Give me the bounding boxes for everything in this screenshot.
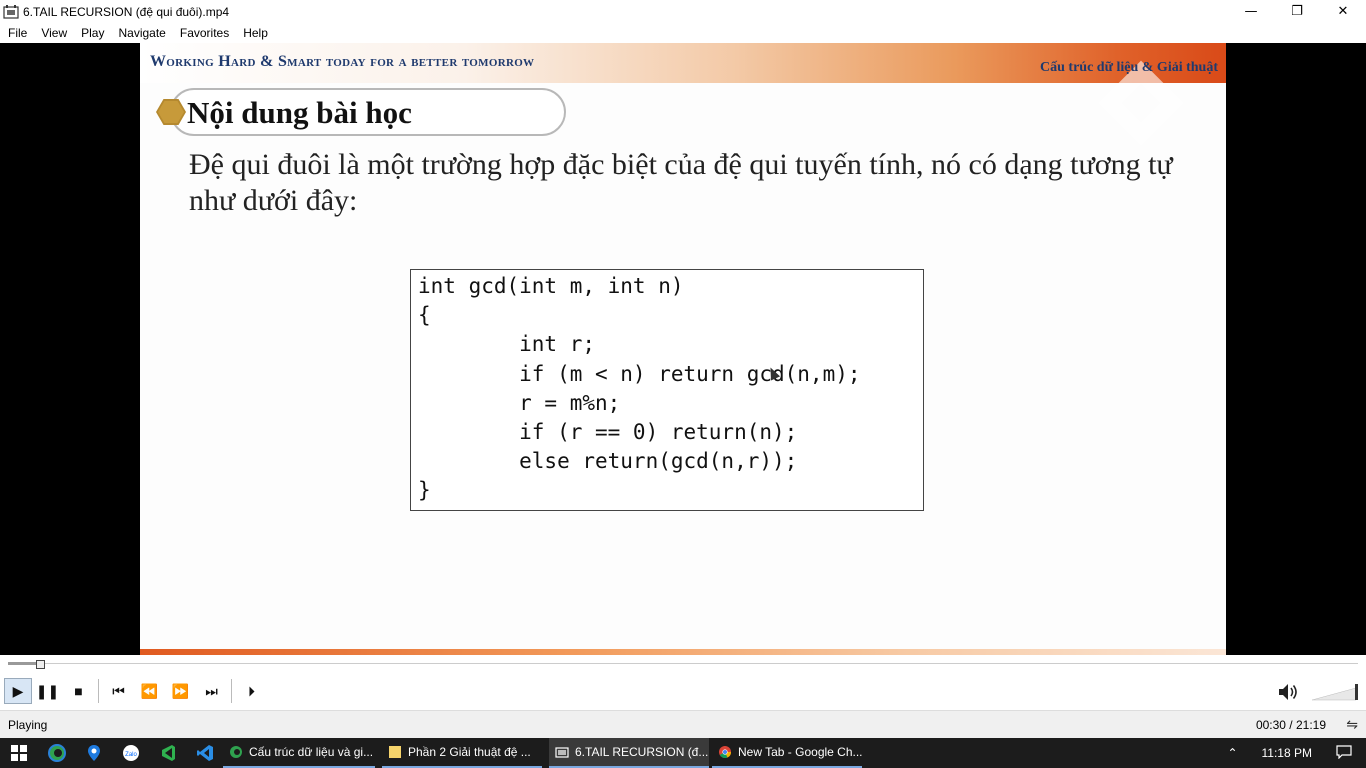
- taskbar-app-chrome[interactable]: New Tab - Google Ch...: [712, 738, 862, 768]
- taskbar-app-label: New Tab - Google Ch...: [738, 745, 862, 759]
- seek-track[interactable]: [8, 663, 1358, 664]
- volume-icon[interactable]: [1277, 681, 1301, 703]
- code-line: if (m < n) return gcd(n,m);: [418, 361, 861, 386]
- visual-studio-icon[interactable]: [149, 738, 186, 768]
- play-button[interactable]: ▶: [4, 678, 32, 704]
- zalo-icon[interactable]: Zalo: [112, 738, 149, 768]
- restore-button[interactable]: ❐: [1274, 0, 1320, 23]
- taskbar-app-edge-doc[interactable]: Cấu trúc dữ liệu và gi...: [223, 738, 375, 768]
- menu-bar: File View Play Navigate Favorites Help: [0, 23, 1366, 43]
- code-line: r = m%n;: [418, 390, 621, 415]
- next-button[interactable]: ⏭: [196, 678, 227, 704]
- slide: Working Hard & Smart today for a better …: [140, 43, 1226, 655]
- code-line: int r;: [418, 332, 596, 357]
- menu-help[interactable]: Help: [236, 26, 275, 40]
- separator: [231, 679, 232, 703]
- start-button[interactable]: [0, 738, 38, 768]
- taskbar-app-label: 6.TAIL RECURSION (đ...: [575, 745, 709, 759]
- vscode-icon[interactable]: [186, 738, 223, 768]
- system-tray: ⌃ 11:18 PM: [1217, 738, 1366, 768]
- code-box: int gcd(int m, int n) { int r; if (m < n…: [410, 269, 924, 511]
- folder-icon: [389, 746, 401, 758]
- menu-view[interactable]: View: [34, 26, 74, 40]
- seek-bar[interactable]: [0, 655, 1366, 672]
- taskbar-app-label: Cấu trúc dữ liệu và gi...: [249, 745, 374, 759]
- fast-forward-button[interactable]: ⏩: [165, 678, 196, 704]
- taskbar-app-media-player[interactable]: 6.TAIL RECURSION (đ...: [549, 738, 709, 768]
- mpc-app-icon: [3, 4, 19, 19]
- slide-body-text: Đệ qui đuôi là một trường hợp đặc biệt c…: [189, 148, 1173, 217]
- code-line: if (r == 0) return(n);: [418, 420, 798, 445]
- minimize-button[interactable]: —: [1228, 0, 1274, 23]
- menu-play[interactable]: Play: [74, 26, 111, 40]
- frame-step-button[interactable]: ⏵: [236, 678, 267, 704]
- clock[interactable]: 11:18 PM: [1248, 746, 1326, 760]
- volume-slider[interactable]: [1312, 682, 1362, 702]
- code-line: {: [418, 303, 431, 328]
- svg-text:Zalo: Zalo: [125, 752, 137, 758]
- chrome-icon: [719, 746, 732, 759]
- window-title: 6.TAIL RECURSION (đệ qui đuôi).mp4: [23, 4, 230, 19]
- edge-icon: [230, 746, 242, 758]
- code-line: }: [418, 478, 431, 503]
- taskbar-app-file-explorer[interactable]: Phần 2 Giải thuật đệ ...: [382, 738, 542, 768]
- title-bar: 6.TAIL RECURSION (đệ qui đuôi).mp4 — ❐ ✕: [0, 0, 1366, 23]
- playback-controls: ▶ ❚❚ ■ ⏮ ⏪ ⏩ ⏭ ⏵: [0, 672, 1366, 710]
- notification-icon[interactable]: [1326, 744, 1366, 762]
- rewind-button[interactable]: ⏪: [134, 678, 165, 704]
- previous-button[interactable]: ⏮: [103, 678, 134, 704]
- code-line: int gcd(int m, int n): [418, 274, 684, 298]
- stop-button[interactable]: ■: [63, 678, 94, 704]
- tray-overflow-icon[interactable]: ⌃: [1217, 746, 1247, 760]
- status-bar: Playing 00:30 / 21:19 ⇋: [0, 710, 1366, 738]
- menu-navigate[interactable]: Navigate: [111, 26, 172, 40]
- edge-icon[interactable]: [38, 738, 75, 768]
- course-name: Cấu trúc dữ liệu & Giải thuật: [1040, 60, 1218, 75]
- pause-button[interactable]: ❚❚: [32, 678, 63, 704]
- shuffle-icon[interactable]: ⇋: [1346, 716, 1358, 733]
- menu-file[interactable]: File: [0, 26, 34, 40]
- separator: [98, 679, 99, 703]
- menu-favorites[interactable]: Favorites: [173, 26, 236, 40]
- seek-thumb[interactable]: [35, 660, 45, 669]
- mpc-app-icon: [555, 747, 569, 758]
- time-display[interactable]: 00:30 / 21:19: [1256, 718, 1326, 732]
- maps-icon[interactable]: [75, 738, 112, 768]
- windows-icon: [11, 745, 27, 761]
- taskbar-app-label: Phần 2 Giải thuật đệ ...: [408, 745, 531, 759]
- video-area[interactable]: Working Hard & Smart today for a better …: [0, 43, 1366, 655]
- taskbar: Zalo Cấu trúc dữ liệu và gi... Phần 2 Gi…: [0, 738, 1366, 768]
- code-line: else return(gcd(n,r));: [418, 449, 798, 474]
- playback-status: Playing: [8, 718, 48, 732]
- close-button[interactable]: ✕: [1320, 0, 1366, 23]
- slide-motto: Working Hard & Smart today for a better …: [150, 53, 535, 70]
- section-title: Nội dung bài học: [187, 95, 412, 130]
